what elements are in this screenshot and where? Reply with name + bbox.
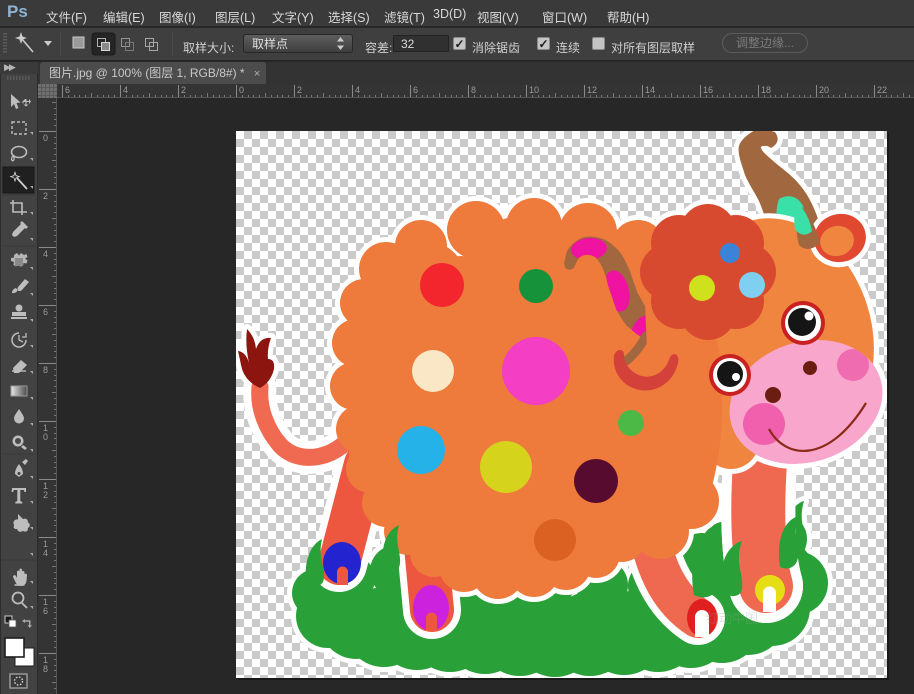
svg-text:红动中国: 红动中国 <box>706 611 758 626</box>
svg-text:redocn.com: redocn.com <box>826 622 883 634</box>
